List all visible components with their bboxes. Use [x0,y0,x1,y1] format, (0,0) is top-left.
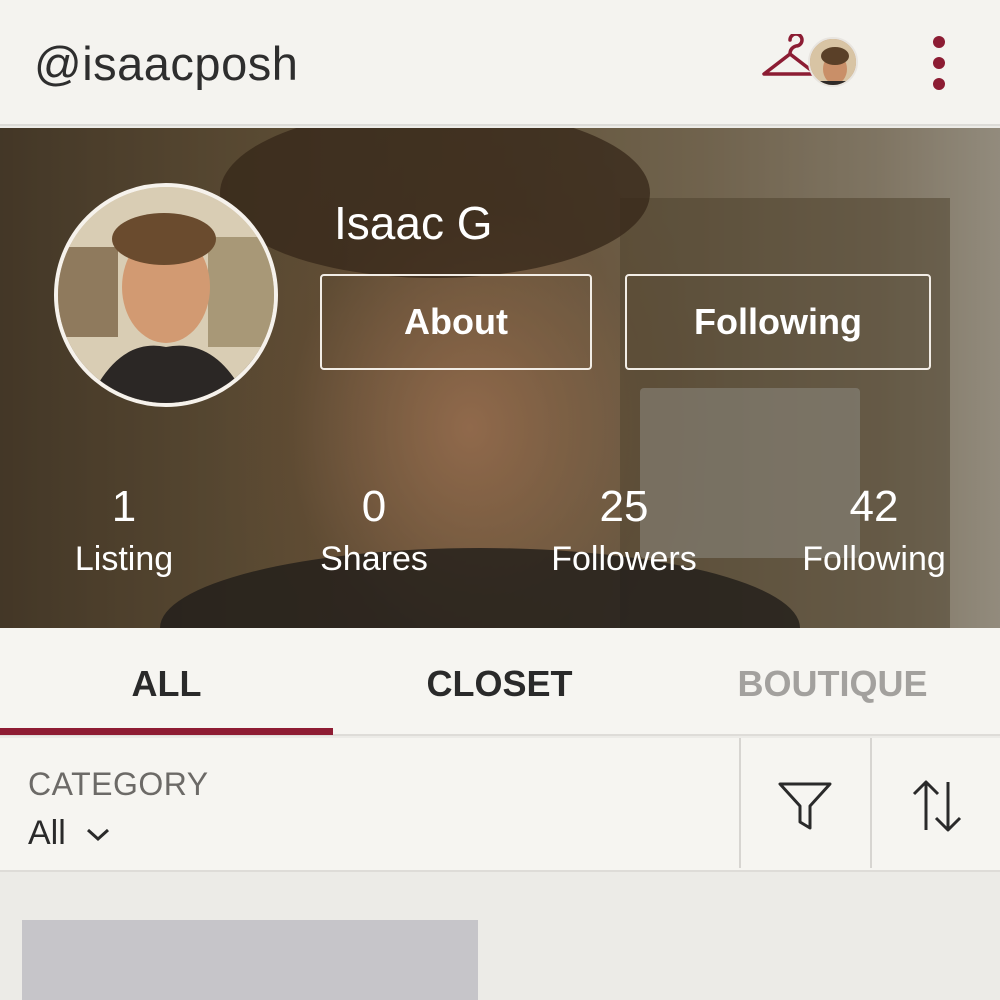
chevron-down-icon [87,828,110,842]
stat-shares[interactable]: 0 Shares [264,480,484,584]
more-vertical-icon[interactable] [924,34,954,92]
account-avatar[interactable] [808,37,858,87]
stat-followers[interactable]: 25 Followers [514,480,734,584]
stat-listing[interactable]: 1 Listing [14,480,234,584]
about-button[interactable]: About [320,274,592,370]
filter-bar: CATEGORY All [0,738,1000,872]
listings-grid [0,874,1000,1000]
tab-all[interactable]: ALL [0,628,333,734]
sort-arrows-icon[interactable] [906,776,968,836]
stat-following[interactable]: 42 Following [764,480,984,584]
filter-funnel-icon[interactable] [776,778,834,834]
listing-tile[interactable] [22,920,478,1000]
profile-name: Isaac G [334,197,493,249]
category-value: All [28,814,66,852]
stat-value: 1 [111,482,137,531]
profile-avatar[interactable] [54,183,278,407]
stat-label: Followers [551,540,697,578]
stat-value: 25 [599,482,649,531]
active-tab-indicator [0,728,333,735]
username-handle: @isaacposh [34,37,299,90]
stat-value: 0 [361,482,387,531]
stat-label: Shares [320,540,428,578]
stat-value: 42 [849,482,899,531]
following-button[interactable]: Following [625,274,931,370]
top-app-bar: @isaacposh [0,0,1000,126]
category-label: CATEGORY [28,766,209,802]
divider [870,738,872,868]
tab-closet[interactable]: CLOSET [333,628,666,734]
closet-tabs: ALL CLOSET BOUTIQUE [0,628,1000,736]
stat-label: Following [802,540,946,578]
category-dropdown[interactable]: All [28,814,111,853]
tab-boutique[interactable]: BOUTIQUE [666,628,999,734]
divider [739,738,741,868]
stat-label: Listing [74,540,174,578]
